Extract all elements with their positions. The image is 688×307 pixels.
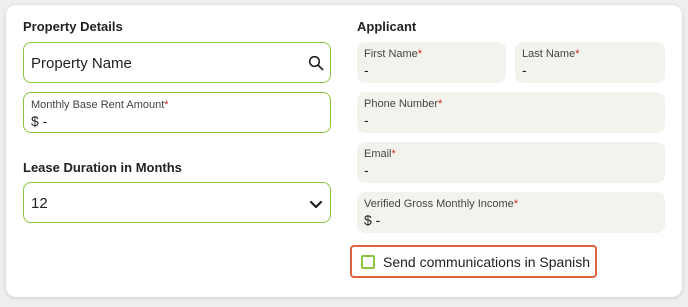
- spanish-communications-label: Send communications in Spanish: [383, 254, 591, 270]
- monthly-rent-field[interactable]: Monthly Base Rent Amount* $ -: [23, 92, 331, 133]
- lease-duration-select[interactable]: 12: [23, 182, 331, 223]
- property-details-title: Property Details: [23, 19, 123, 34]
- first-name-field[interactable]: First Name* -: [357, 42, 506, 83]
- email-label: Email*: [364, 148, 396, 160]
- spanish-communications-option[interactable]: Send communications in Spanish: [350, 245, 597, 278]
- phone-number-value: -: [364, 112, 369, 128]
- lease-duration-title: Lease Duration in Months: [23, 160, 182, 175]
- phone-number-label: Phone Number*: [364, 98, 443, 110]
- spanish-communications-checkbox[interactable]: [361, 255, 375, 269]
- last-name-value: -: [522, 62, 527, 78]
- last-name-field[interactable]: Last Name* -: [515, 42, 665, 83]
- lease-duration-value: 12: [31, 195, 48, 212]
- gross-income-field[interactable]: Verified Gross Monthly Income* $ -: [357, 192, 665, 233]
- last-name-label: Last Name*: [522, 48, 580, 60]
- property-name-input[interactable]: Property Name: [23, 42, 331, 83]
- property-name-placeholder: Property Name: [31, 55, 132, 72]
- monthly-rent-value: $ -: [31, 113, 48, 129]
- first-name-value: -: [364, 62, 369, 78]
- gross-income-value: $ -: [364, 212, 381, 228]
- email-field[interactable]: Email* -: [357, 142, 665, 183]
- monthly-rent-label: Monthly Base Rent Amount*: [31, 99, 169, 111]
- chevron-down-icon: [309, 197, 323, 215]
- phone-number-field[interactable]: Phone Number* -: [357, 92, 665, 133]
- email-value: -: [364, 162, 369, 178]
- gross-income-label: Verified Gross Monthly Income*: [364, 198, 519, 210]
- first-name-label: First Name*: [364, 48, 423, 60]
- applicant-title: Applicant: [357, 19, 417, 34]
- search-icon[interactable]: [308, 55, 324, 76]
